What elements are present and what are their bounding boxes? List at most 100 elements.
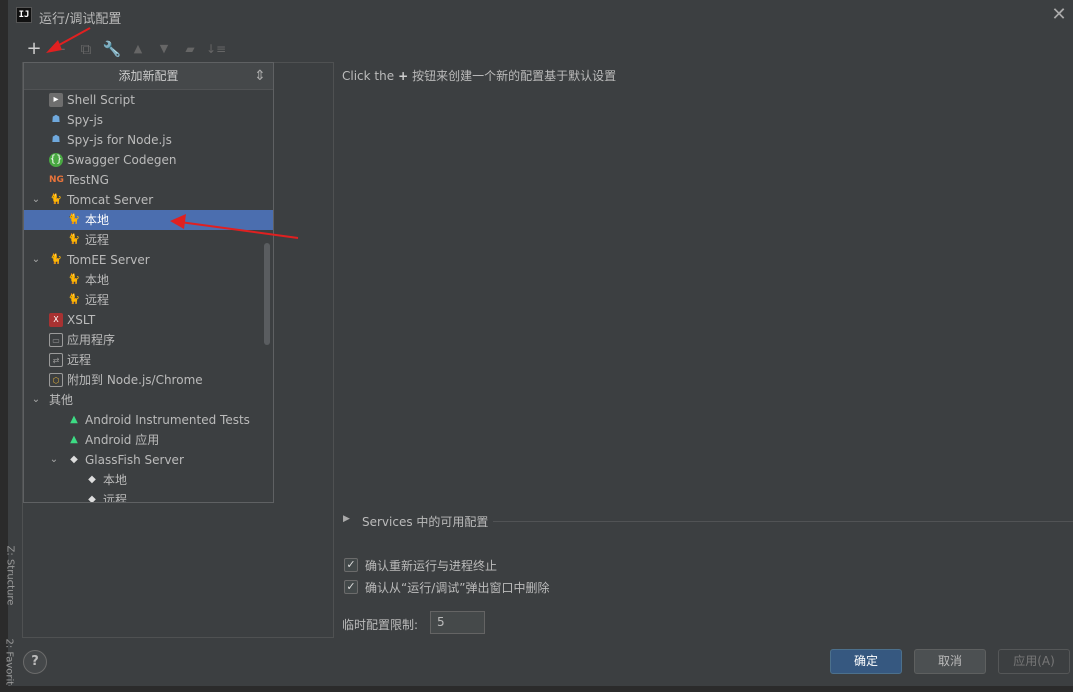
popup-scrollbar[interactable]: [264, 243, 270, 345]
list-item[interactable]: ☗ Spy-js: [24, 110, 273, 130]
item-label: 本地: [85, 273, 110, 287]
item-label: Shell Script: [67, 93, 135, 107]
bottom-strip: [0, 686, 1073, 692]
chevron-down-icon[interactable]: ⌄: [30, 250, 42, 270]
window-title: 运行/调试配置: [39, 12, 122, 27]
list-item[interactable]: ▲ Android 应用: [24, 430, 273, 450]
move-up-icon[interactable]: ▲: [128, 38, 148, 60]
checkbox-label: 确认重新运行与进程终止: [365, 559, 498, 573]
move-down-icon[interactable]: ▼: [154, 38, 174, 60]
item-label: 本地: [85, 213, 110, 227]
list-item-selected[interactable]: 🐈 本地: [24, 210, 273, 230]
list-item[interactable]: ☗ Spy-js for Node.js: [24, 130, 273, 150]
glassfish-icon: ◆: [88, 494, 96, 503]
item-label: Spy-js for Node.js: [67, 133, 172, 147]
hint-prefix: Click the: [342, 69, 395, 83]
list-item[interactable]: ⌄ 🐈 TomEE Server: [24, 250, 273, 270]
structure-tool-tab[interactable]: Z: Structure: [4, 546, 15, 606]
xslt-icon: X: [49, 313, 63, 327]
list-item[interactable]: ⇄ 远程: [24, 350, 273, 370]
favorites-tool-tab[interactable]: 2: Favorites: [4, 638, 15, 692]
item-label: Tomcat Server: [67, 193, 154, 207]
item-label: Android Instrumented Tests: [85, 413, 250, 427]
checkbox-label: 确认从“运行/调试”弹出窗口中删除: [365, 581, 550, 595]
intellij-icon: IJ: [16, 7, 32, 23]
collapse-all-icon[interactable]: ⇕: [252, 67, 268, 85]
close-icon[interactable]: ✕: [1049, 5, 1069, 25]
tomee-icon: 🐈: [67, 274, 81, 285]
testng-icon: NG: [49, 175, 64, 185]
list-item[interactable]: ⬡ 附加到 Node.js/Chrome: [24, 370, 273, 390]
sort-icon[interactable]: ↓≡: [206, 38, 226, 60]
popup-header: 添加新配置 ⇕: [24, 63, 273, 90]
item-label: TestNG: [67, 173, 109, 187]
item-label: 其他: [49, 393, 74, 407]
hint-suffix: 按钮来创建一个新的配置基于默认设置: [412, 69, 617, 83]
apply-button[interactable]: 应用(A): [998, 649, 1070, 674]
glassfish-icon: ◆: [88, 474, 96, 485]
list-item[interactable]: ▭ 应用程序: [24, 330, 273, 350]
swagger-icon: {}: [49, 153, 63, 167]
wrench-icon[interactable]: 🔧: [102, 38, 122, 60]
item-label: 远程: [85, 293, 110, 307]
tomcat-icon: 🐈: [67, 214, 81, 225]
item-label: 远程: [85, 233, 110, 247]
list-item[interactable]: ▲ Android Instrumented Tests: [24, 410, 273, 430]
item-label: GlassFish Server: [85, 453, 184, 467]
glassfish-icon: ◆: [70, 454, 78, 465]
services-label: Services 中的可用配置: [362, 515, 489, 529]
chevron-down-icon[interactable]: ⌄: [48, 450, 60, 470]
chevron-right-icon[interactable]: ▶: [343, 514, 350, 524]
copy-icon[interactable]: ⧉: [76, 38, 96, 60]
folder-icon[interactable]: ▰: [180, 38, 200, 60]
item-label: Swagger Codegen: [67, 153, 177, 167]
temp-limit-label: 临时配置限制:: [342, 618, 419, 632]
list-item[interactable]: ◆ 本地: [24, 470, 273, 490]
plus-icon: +: [398, 69, 409, 83]
attach-node-icon: ⬡: [49, 373, 63, 387]
tomee-icon: 🐈: [67, 294, 81, 305]
temp-limit-input[interactable]: 5: [430, 611, 485, 634]
list-item[interactable]: ◆ 远程: [24, 490, 273, 503]
ok-button[interactable]: 确定: [830, 649, 902, 674]
chevron-down-icon[interactable]: ⌄: [30, 190, 42, 210]
list-item[interactable]: X XSLT: [24, 310, 273, 330]
tomee-icon: 🐈: [49, 254, 63, 265]
item-label: 远程: [103, 493, 128, 503]
application-icon: ▭: [49, 333, 63, 347]
cancel-button[interactable]: 取消: [914, 649, 986, 674]
checkbox-box[interactable]: ✓: [344, 558, 358, 572]
tomcat-icon: 🐈: [67, 234, 81, 245]
remote-icon: ⇄: [49, 353, 63, 367]
item-label: 本地: [103, 473, 128, 487]
add-icon[interactable]: +: [24, 38, 44, 60]
list-item[interactable]: NG TestNG: [24, 170, 273, 190]
list-item[interactable]: ▸ Shell Script: [24, 90, 273, 110]
remove-icon[interactable]: −: [50, 38, 70, 60]
add-new-config-popup: 添加新配置 ⇕ ▸ Shell Script ☗ Spy-js ☗ Spy-js…: [23, 62, 274, 503]
list-item[interactable]: 🐈 远程: [24, 230, 273, 250]
help-button[interactable]: ?: [23, 650, 47, 674]
item-label: XSLT: [67, 313, 96, 327]
list-item[interactable]: 🐈 远程: [24, 290, 273, 310]
empty-config-hint: Click the + 按钮来创建一个新的配置基于默认设置: [342, 67, 616, 84]
item-label: Android 应用: [85, 433, 160, 447]
popup-title: 添加新配置: [118, 69, 179, 83]
checkbox-box[interactable]: ✓: [344, 580, 358, 594]
item-label: 附加到 Node.js/Chrome: [67, 373, 203, 387]
list-item[interactable]: ⌄ 🐈 Tomcat Server: [24, 190, 273, 210]
chevron-down-icon[interactable]: ⌄: [30, 390, 42, 410]
services-section[interactable]: ▶ Services 中的可用配置: [343, 512, 1073, 530]
list-item[interactable]: ⌄ 其他: [24, 390, 273, 410]
item-label: Spy-js: [67, 113, 104, 127]
item-label: 应用程序: [67, 333, 116, 347]
list-item[interactable]: {} Swagger Codegen: [24, 150, 273, 170]
tomcat-icon: 🐈: [49, 194, 63, 205]
spy-js-icon: ☗: [51, 114, 61, 125]
list-item[interactable]: 🐈 本地: [24, 270, 273, 290]
shell-script-icon: ▸: [49, 93, 63, 107]
config-type-list: ▸ Shell Script ☗ Spy-js ☗ Spy-js for Nod…: [24, 90, 273, 503]
item-label: 远程: [67, 353, 92, 367]
list-item[interactable]: ⌄ ◆ GlassFish Server: [24, 450, 273, 470]
android-icon: ▲: [70, 434, 78, 445]
